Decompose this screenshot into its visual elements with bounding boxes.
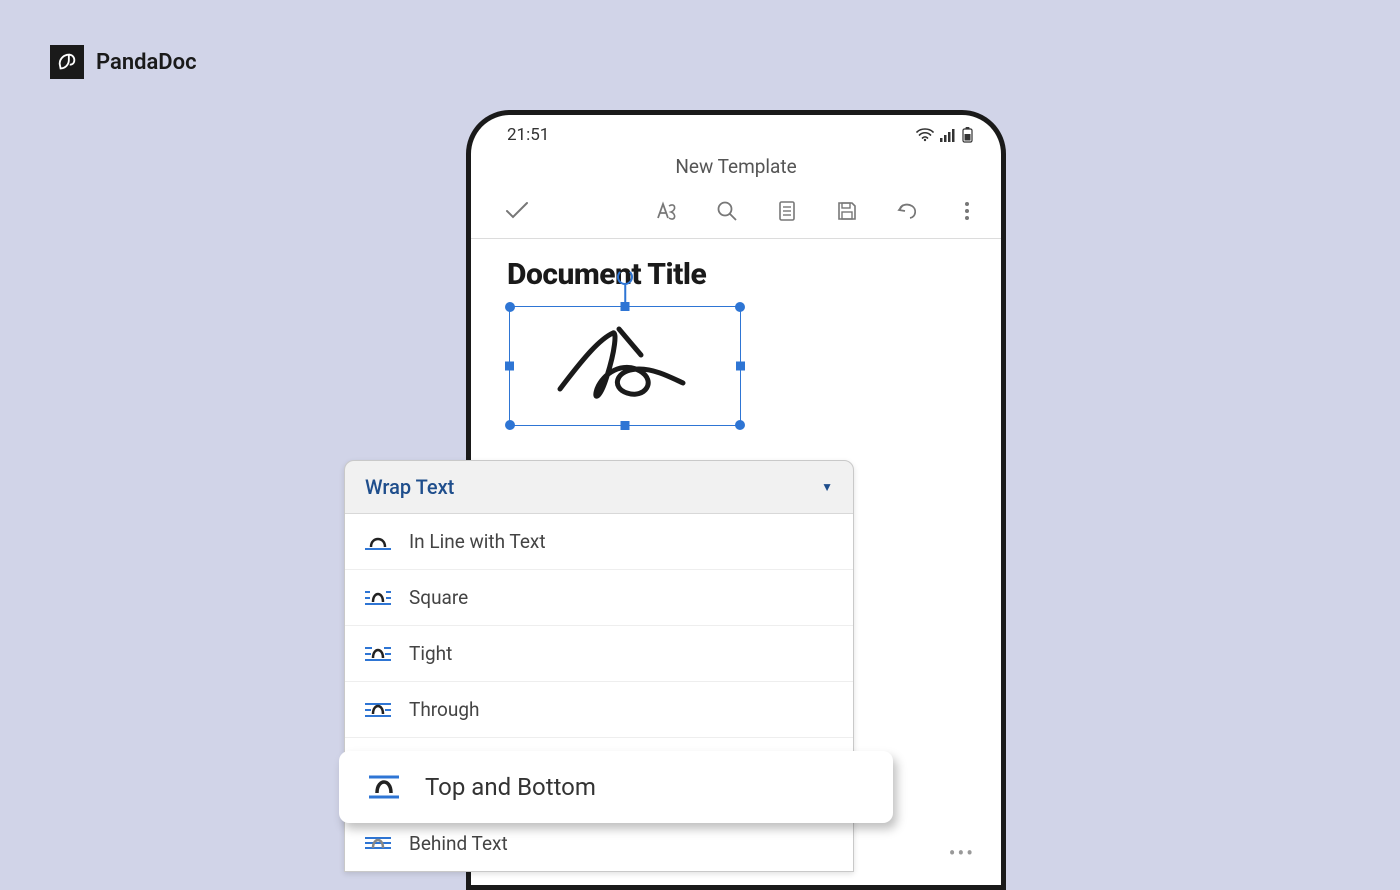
rotate-stem bbox=[624, 285, 626, 303]
brand-mark-icon bbox=[50, 45, 84, 79]
wrap-tight-icon bbox=[365, 645, 391, 663]
selected-image-box[interactable] bbox=[509, 306, 741, 426]
wrap-option-top-bottom-highlighted[interactable]: Top and Bottom bbox=[339, 751, 893, 823]
popup-header[interactable]: Wrap Text ▼ bbox=[345, 461, 853, 514]
signature-image[interactable] bbox=[510, 307, 740, 425]
save-button[interactable] bbox=[827, 194, 867, 228]
overflow-menu-button[interactable]: ••• bbox=[949, 841, 975, 865]
wrap-option-through[interactable]: Through bbox=[345, 682, 853, 738]
wrap-option-behind[interactable]: Behind Text bbox=[345, 816, 853, 871]
toolbar bbox=[471, 188, 1001, 239]
confirm-button[interactable] bbox=[497, 194, 537, 228]
dropdown-arrow-icon: ▼ bbox=[821, 480, 833, 494]
wrap-option-label: Square bbox=[409, 586, 468, 609]
wrap-top-bottom-icon bbox=[367, 774, 401, 800]
app-title: New Template bbox=[471, 149, 1001, 188]
wrap-option-label: In Line with Text bbox=[409, 530, 546, 553]
more-menu-button[interactable] bbox=[947, 194, 987, 228]
signal-icon bbox=[940, 128, 956, 142]
wrap-inline-icon bbox=[365, 533, 391, 551]
font-style-button[interactable] bbox=[647, 194, 687, 228]
document-canvas[interactable]: Document Title bbox=[471, 239, 1001, 444]
wrap-option-label: Top and Bottom bbox=[425, 773, 596, 801]
wrap-option-inline[interactable]: In Line with Text bbox=[345, 514, 853, 570]
wrap-text-popup: Wrap Text ▼ In Line with Text Square Tig… bbox=[344, 460, 854, 872]
brand-logo: PandaDoc bbox=[50, 45, 197, 79]
wrap-behind-icon bbox=[365, 835, 391, 853]
reading-mode-button[interactable] bbox=[767, 194, 807, 228]
status-icons bbox=[916, 127, 973, 143]
wrap-option-label: Tight bbox=[409, 642, 452, 665]
wrap-option-label: Behind Text bbox=[409, 832, 508, 855]
search-button[interactable] bbox=[707, 194, 747, 228]
popup-title: Wrap Text bbox=[365, 475, 454, 499]
wrap-through-icon bbox=[365, 701, 391, 719]
wrap-square-icon bbox=[365, 589, 391, 607]
rotate-handle-icon[interactable] bbox=[617, 269, 633, 285]
status-bar: 21:51 bbox=[471, 115, 1001, 149]
undo-button[interactable] bbox=[887, 194, 927, 228]
document-title: Document Title bbox=[507, 257, 965, 292]
wifi-icon bbox=[916, 128, 934, 142]
brand-name: PandaDoc bbox=[96, 50, 197, 75]
status-time: 21:51 bbox=[507, 125, 549, 145]
wrap-option-square[interactable]: Square bbox=[345, 570, 853, 626]
battery-icon bbox=[962, 127, 973, 143]
wrap-option-label: Through bbox=[409, 698, 480, 721]
wrap-option-tight[interactable]: Tight bbox=[345, 626, 853, 682]
